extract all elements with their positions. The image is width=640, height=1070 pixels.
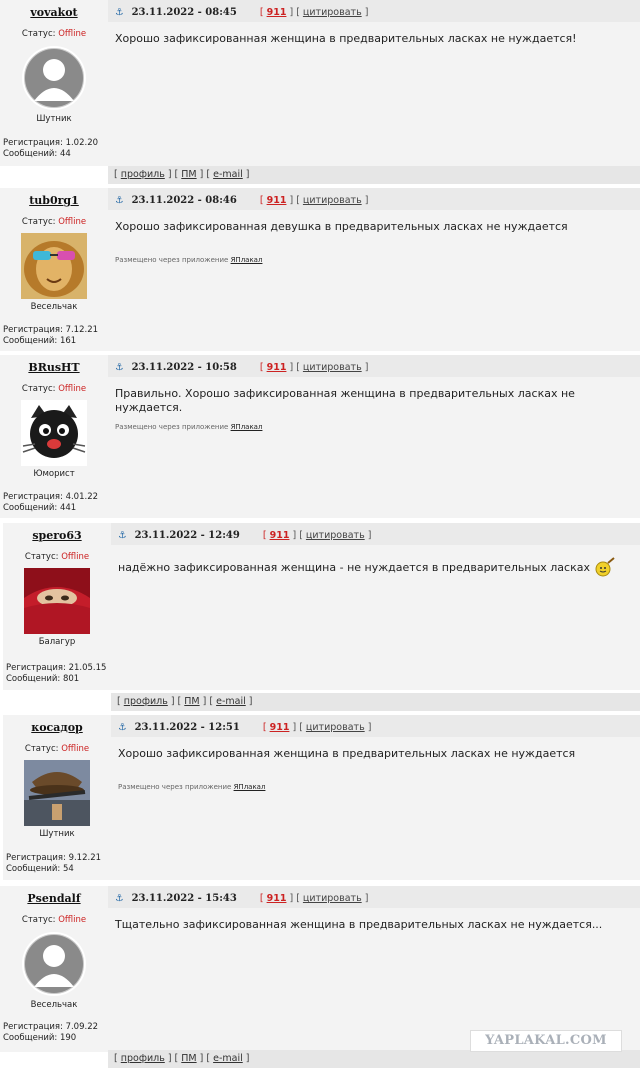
post-text: Хорошо зафиксированная женщина в предвар…: [115, 32, 577, 45]
post-author-col: BRusHT Статус: Offline Юморист: [0, 355, 108, 479]
post-header: ⚓ 23.11.2022 - 08:46 [ 911 ] [ цитироват…: [108, 188, 640, 210]
email-link[interactable]: e-mail: [213, 169, 243, 180]
avatar[interactable]: [24, 760, 90, 826]
user-rank: Юморист: [33, 469, 75, 479]
user-rank: Весельчак: [30, 1000, 78, 1010]
post-date: 23.11.2022 - 12:49: [134, 530, 240, 541]
anchor-icon[interactable]: ⚓: [115, 7, 124, 18]
avatar[interactable]: [21, 931, 87, 997]
status: Статус: Offline: [24, 552, 90, 562]
username-link[interactable]: spero63: [32, 529, 81, 542]
anchor-icon[interactable]: ⚓: [118, 530, 127, 541]
quote-link[interactable]: цитировать: [306, 722, 365, 733]
post-header: ⚓ 23.11.2022 - 12:49 [ 911 ] [ цитироват…: [111, 523, 640, 545]
post-text: Хорошо зафиксированная женщина в предвар…: [118, 747, 576, 760]
app-link[interactable]: ЯПлакал: [231, 423, 263, 431]
post-number-link[interactable]: 911: [267, 362, 287, 373]
posted-via: Размещено через приложение ЯПлакал: [115, 423, 263, 431]
post: vovakot Статус: Offline Шутник Регистрац…: [0, 0, 640, 184]
post-number-link[interactable]: 911: [270, 722, 290, 733]
user-rank: Весельчак: [30, 302, 78, 312]
app-link[interactable]: ЯПлакал: [234, 783, 266, 791]
quote-link[interactable]: цитировать: [303, 7, 362, 18]
email-link[interactable]: e-mail: [216, 696, 246, 707]
anchor-icon[interactable]: ⚓: [118, 722, 127, 733]
user-rank: Шутник: [36, 114, 72, 124]
site-watermark: YAPLAKAL.COM: [470, 1030, 622, 1052]
post-header: ⚓ 23.11.2022 - 15:43 [ 911 ] [ цитироват…: [108, 886, 640, 908]
post-text: Хорошо зафиксированная девушка в предвар…: [115, 220, 568, 233]
user-stats: Регистрация: 7.09.22 Сообщений: 190: [3, 1022, 99, 1043]
post-number-link[interactable]: 911: [267, 893, 287, 904]
post-number-link[interactable]: 911: [267, 195, 287, 206]
post-date: 23.11.2022 - 08:45: [131, 7, 237, 18]
post-number-link[interactable]: 911: [267, 7, 287, 18]
user-stats: Регистрация: 1.02.20 Сообщений: 44: [3, 138, 99, 159]
profile-link[interactable]: профиль: [121, 1053, 165, 1064]
post-text: Тщательно зафиксированная женщина в пред…: [115, 918, 603, 931]
post-text: Правильно. Хорошо зафиксированная женщин…: [115, 387, 575, 414]
post-date: 23.11.2022 - 10:58: [131, 362, 237, 373]
avatar[interactable]: [21, 400, 87, 466]
post-header: ⚓ 23.11.2022 - 08:45 [ 911 ] [ цитироват…: [108, 0, 640, 22]
status: Статус: Offline: [21, 217, 87, 227]
avatar[interactable]: [21, 45, 87, 111]
post-date: 23.11.2022 - 12:51: [134, 722, 240, 733]
username-link[interactable]: Psendalf: [27, 892, 80, 905]
post-header: ⚓ 23.11.2022 - 10:58 [ 911 ] [ цитироват…: [108, 355, 640, 377]
username-link[interactable]: BRusHT: [28, 361, 79, 374]
anchor-icon[interactable]: ⚓: [115, 195, 124, 206]
username-link[interactable]: косадор: [31, 721, 82, 734]
quote-link[interactable]: цитировать: [303, 362, 362, 373]
pm-link[interactable]: ПМ: [181, 1053, 196, 1064]
quote-link[interactable]: цитировать: [303, 195, 362, 206]
quote-link[interactable]: цитировать: [306, 530, 365, 541]
posted-via: Размещено через приложение ЯПлакал: [118, 783, 266, 791]
post-footer: [ профиль ] [ ПМ ] [ e-mail ]: [108, 166, 640, 184]
user-rank: Шутник: [39, 829, 75, 839]
avatar[interactable]: [21, 233, 87, 299]
post-footer: [ профиль ] [ ПМ ] [ e-mail ]: [111, 693, 640, 711]
anchor-icon[interactable]: ⚓: [115, 893, 124, 904]
quote-link[interactable]: цитировать: [303, 893, 362, 904]
post: косадор Статус: Offline Шутник Регистрац…: [3, 715, 640, 880]
email-link[interactable]: e-mail: [213, 1053, 243, 1064]
pm-link[interactable]: ПМ: [181, 169, 196, 180]
post-author-col: spero63 Статус: Offline Балагур: [3, 523, 111, 647]
username-link[interactable]: tub0rg1: [29, 194, 79, 207]
app-link[interactable]: ЯПлакал: [231, 256, 263, 264]
post: Psendalf Статус: Offline Весельчак Регис…: [0, 886, 640, 1068]
post-author-col: vovakot Статус: Offline Шутник: [0, 0, 108, 124]
post-header: ⚓ 23.11.2022 - 12:51 [ 911 ] [ цитироват…: [111, 715, 640, 737]
user-stats: Регистрация: 9.12.21 Сообщений: 54: [6, 853, 102, 874]
post-footer: [ профиль ] [ ПМ ] [ e-mail ]: [108, 1050, 640, 1068]
smiley-icon: [595, 557, 615, 577]
post: tub0rg1 Статус: Offline Весельчак Регист…: [0, 188, 640, 351]
user-stats: Регистрация: 21.05.15 Сообщений: 801: [6, 663, 107, 684]
user-stats: Регистрация: 4.01.22 Сообщений: 441: [3, 492, 99, 513]
user-rank: Балагур: [38, 637, 76, 647]
pm-link[interactable]: ПМ: [184, 696, 199, 707]
post-number-link[interactable]: 911: [270, 530, 290, 541]
post-date: 23.11.2022 - 15:43: [131, 893, 237, 904]
status: Статус: Offline: [24, 744, 90, 754]
avatar[interactable]: [24, 568, 90, 634]
status: Статус: Offline: [21, 915, 87, 925]
username-link[interactable]: vovakot: [30, 6, 77, 19]
profile-link[interactable]: профиль: [121, 169, 165, 180]
post-author-col: tub0rg1 Статус: Offline Весельчак: [0, 188, 108, 312]
post-author-col: Psendalf Статус: Offline Весельчак: [0, 886, 108, 1010]
post: BRusHT Статус: Offline Юморист Регистрац…: [0, 355, 640, 518]
post: spero63 Статус: Offline Балагур Регистра…: [3, 523, 640, 711]
status: Статус: Offline: [21, 384, 87, 394]
post-date: 23.11.2022 - 08:46: [131, 195, 237, 206]
posted-via: Размещено через приложение ЯПлакал: [115, 256, 263, 264]
anchor-icon[interactable]: ⚓: [115, 362, 124, 373]
user-stats: Регистрация: 7.12.21 Сообщений: 161: [3, 325, 99, 346]
post-author-col: косадор Статус: Offline Шутник: [3, 715, 111, 839]
profile-link[interactable]: профиль: [124, 696, 168, 707]
status: Статус: Offline: [21, 29, 87, 39]
post-text: надёжно зафиксированная женщина - не нуж…: [118, 557, 632, 577]
